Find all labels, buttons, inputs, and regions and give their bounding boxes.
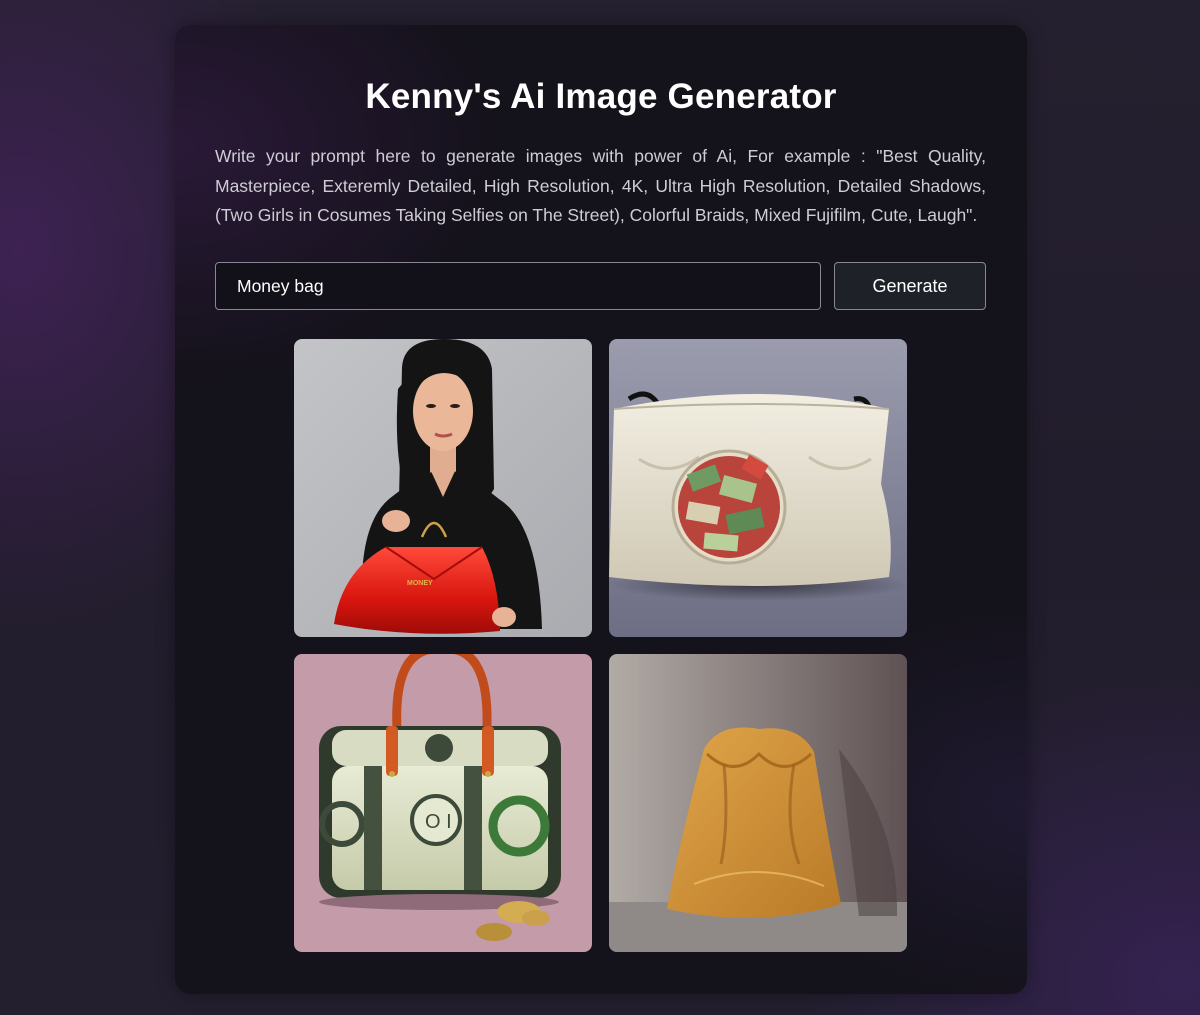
page-title: Kenny's Ai Image Generator	[365, 77, 837, 116]
result-image-cream-bag[interactable]	[609, 339, 907, 637]
result-image-woman-red-bag[interactable]: MONEY	[294, 339, 592, 637]
result-image-dollar-duffel[interactable]: O I	[294, 654, 592, 952]
generate-button[interactable]: Generate	[834, 262, 986, 310]
generator-card: Kenny's Ai Image Generator Write your pr…	[175, 25, 1027, 994]
prompt-input[interactable]	[215, 262, 821, 310]
result-image-mustard-pouch[interactable]	[609, 654, 907, 952]
svg-text:O I: O I	[425, 811, 452, 833]
prompt-instructions: Write your prompt here to generate image…	[215, 146, 986, 225]
bag-tag-text: MONEY	[407, 580, 433, 587]
